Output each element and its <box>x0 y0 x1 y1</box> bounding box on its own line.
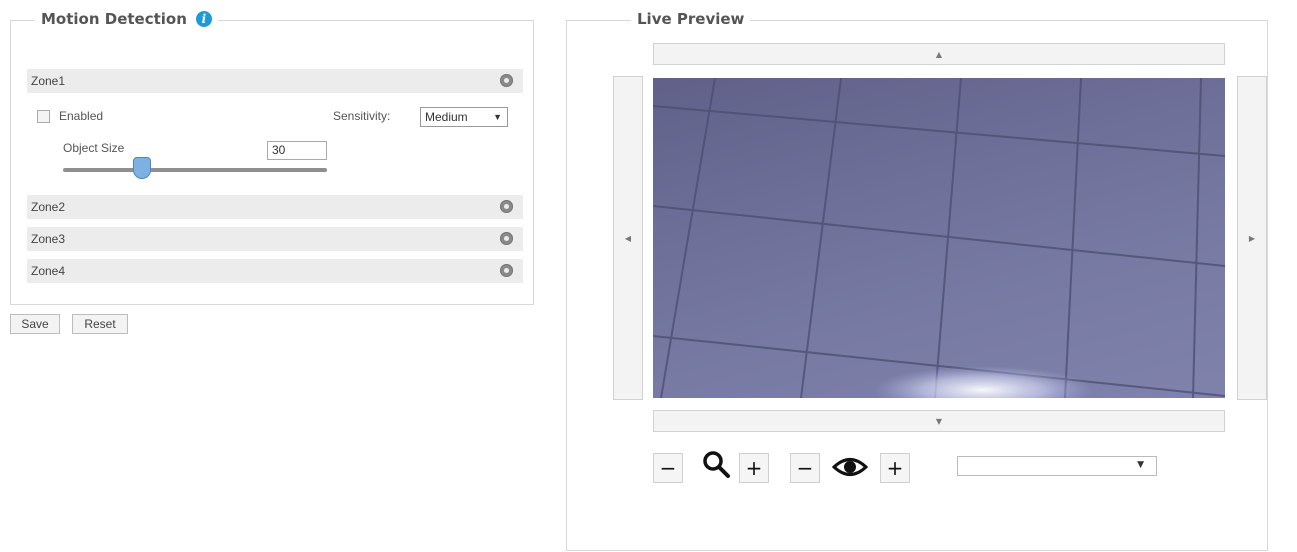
object-size-label: Object Size <box>63 141 125 155</box>
pan-up-button[interactable]: ▲ <box>653 43 1225 65</box>
arrow-up-icon: ▲ <box>935 49 943 59</box>
zoom-in-button[interactable]: + <box>739 453 769 483</box>
zone-label: Zone3 <box>31 232 66 246</box>
info-icon[interactable]: i <box>195 11 212 27</box>
enabled-checkbox[interactable] <box>37 110 50 123</box>
sensitivity-select[interactable]: Medium ▼ <box>420 107 508 127</box>
camera-preview-image[interactable] <box>653 78 1225 398</box>
sensitivity-label: Sensitivity: <box>333 109 391 123</box>
reset-button[interactable]: Reset <box>72 314 128 334</box>
zone-toggle-icon[interactable] <box>500 74 513 87</box>
dropdown-arrow-icon: ▼ <box>1137 460 1144 470</box>
pan-right-button[interactable]: ▶ <box>1237 76 1267 400</box>
object-size-slider-handle[interactable] <box>133 157 152 179</box>
zone-label: Zone1 <box>31 74 66 88</box>
arrow-down-icon: ▼ <box>935 416 943 426</box>
ceiling-tiles-image <box>653 78 1225 398</box>
zone-header-2[interactable]: Zone2 <box>27 195 523 219</box>
live-preview-title: Live Preview <box>637 10 745 28</box>
focus-out-button[interactable]: − <box>790 453 820 483</box>
zone-toggle-icon[interactable] <box>500 200 513 213</box>
motion-detection-panel: Motion Detection i Zone1 Enabled Sensiti… <box>10 10 534 305</box>
motion-detection-title: Motion Detection <box>41 10 187 28</box>
stream-select[interactable]: ▼ <box>957 456 1157 476</box>
arrow-right-icon: ▶ <box>1248 233 1256 243</box>
zone-toggle-icon[interactable] <box>500 232 513 245</box>
pan-left-button[interactable]: ◀ <box>613 76 643 400</box>
zone-header-3[interactable]: Zone3 <box>27 227 523 251</box>
live-preview-legend: Live Preview <box>631 10 751 28</box>
object-size-input[interactable]: 30 <box>267 141 327 160</box>
sensitivity-value: Medium <box>425 110 468 124</box>
magnifier-icon <box>703 451 730 478</box>
enabled-label: Enabled <box>59 109 104 123</box>
focus-in-button[interactable]: + <box>880 453 910 483</box>
eye-icon <box>832 458 868 476</box>
object-size-slider[interactable] <box>63 168 327 172</box>
pan-down-button[interactable]: ▼ <box>653 410 1225 432</box>
live-preview-panel: Live Preview ▲ ◀ ▶ ▼ − + − + ▼ <box>566 10 1268 551</box>
arrow-left-icon: ◀ <box>624 233 632 243</box>
zoom-out-button[interactable]: − <box>653 453 683 483</box>
zone-label: Zone4 <box>31 264 66 278</box>
save-button[interactable]: Save <box>10 314 60 334</box>
zone-toggle-icon[interactable] <box>500 264 513 277</box>
zone-header-4[interactable]: Zone4 <box>27 259 523 283</box>
zone-label: Zone2 <box>31 200 66 214</box>
motion-detection-legend: Motion Detection i <box>35 10 218 28</box>
zone-header-1[interactable]: Zone1 <box>27 69 523 93</box>
dropdown-arrow-icon: ▼ <box>493 112 502 122</box>
